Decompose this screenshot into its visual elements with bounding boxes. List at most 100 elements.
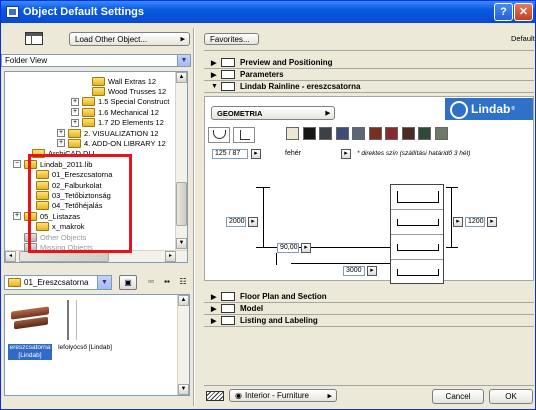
section-icon <box>221 292 235 301</box>
geometria-button[interactable]: GEOMETRIA <box>211 106 335 120</box>
height-left-spin-icon[interactable]: ▸ <box>248 217 258 227</box>
help-button[interactable]: ? <box>494 3 513 21</box>
expand-triangle-icon[interactable]: ▶ <box>211 71 221 79</box>
color-swatch[interactable] <box>401 127 415 140</box>
tree-item-label: 1.7 2D Elements 12 <box>98 118 164 128</box>
color-swatch[interactable] <box>434 127 448 140</box>
tree-item[interactable]: +1.7 2D Elements 12 <box>71 118 164 128</box>
scale-spin-icon[interactable]: ▸ <box>251 149 261 159</box>
color-swatch[interactable] <box>286 127 299 140</box>
close-button[interactable]: ✕ <box>514 3 533 21</box>
section-header[interactable]: ▶ Floor Plan and Section <box>211 291 535 302</box>
popup-option[interactable] <box>391 185 443 210</box>
expander-icon[interactable]: + <box>13 212 21 221</box>
tree-item[interactable]: +2. VISUALIZATION 12 <box>57 128 158 138</box>
list-view-icon[interactable]: ☷ <box>174 275 192 290</box>
object-thumbnail-list[interactable]: ereszcsatorna [Lindab] lefolyócső [Linda… <box>4 294 190 396</box>
pane-splitter[interactable] <box>193 28 195 406</box>
color-swatch[interactable] <box>302 127 316 140</box>
scroll-left-icon[interactable]: ◂ <box>5 251 16 262</box>
square-gutter-profile-icon[interactable] <box>233 127 255 143</box>
color-swatch[interactable] <box>352 127 365 140</box>
thumb-label-ereszcsatorna[interactable]: ereszcsatorna [Lindab] <box>8 344 52 360</box>
color-swatch[interactable] <box>335 127 349 140</box>
color-spin-icon[interactable]: ▸ <box>341 149 351 159</box>
round-gutter-profile-icon[interactable] <box>208 127 230 143</box>
load-other-object-button[interactable]: Load Other Object... <box>69 32 190 46</box>
folder-select[interactable]: 01_Ereszcsatorna ▼ <box>4 275 112 290</box>
tree-vertical-scrollbar[interactable]: ▲ ▼ <box>175 72 187 262</box>
folder-icon <box>82 97 95 107</box>
downpipe-thumbnail[interactable] <box>67 300 77 340</box>
tree-item[interactable]: Wood Trusses 12 <box>81 86 166 96</box>
tree-item[interactable]: +4. ADD-ON LIBRARY 12 <box>57 138 166 148</box>
angle-input[interactable]: 90,00 <box>277 243 299 253</box>
section-header[interactable]: ▶ Model <box>211 303 535 314</box>
ok-button[interactable]: OK <box>489 389 533 404</box>
title-bar: Object Default Settings ? ✕ <box>1 1 535 23</box>
divider <box>204 50 534 51</box>
expander-icon[interactable]: + <box>71 118 79 127</box>
angle-spin-icon[interactable]: ▸ <box>301 243 311 253</box>
open-folder-icon[interactable]: ▣ <box>119 275 137 290</box>
height-right-spin-icon[interactable]: ▸ <box>453 217 463 227</box>
folder-view-select[interactable]: Folder View ▼ <box>1 54 191 67</box>
color-swatch[interactable] <box>385 127 398 140</box>
expander-icon[interactable]: + <box>71 97 79 106</box>
section-header[interactable]: ▶ Parameters <box>211 69 535 80</box>
scroll-up-icon[interactable]: ▲ <box>176 72 187 83</box>
gutter-thumbnail[interactable] <box>11 306 49 335</box>
red-annotation-box <box>28 154 132 253</box>
expander-icon[interactable]: + <box>57 139 65 148</box>
expand-triangle-icon[interactable]: ▶ <box>211 59 221 67</box>
popup-option[interactable] <box>391 210 443 235</box>
favorites-button[interactable]: Favorites... <box>204 33 259 45</box>
section-label: Lindab Rainline - ereszcsatorna <box>240 82 361 91</box>
height-right-input[interactable]: 1200 <box>465 217 485 227</box>
color-swatch[interactable] <box>418 127 431 140</box>
thumbs-vertical-scrollbar[interactable]: ▲ ▼ <box>177 295 189 395</box>
scroll-right-icon[interactable]: ▸ <box>165 251 176 262</box>
layer-select[interactable]: ◉ Interior - Furniture <box>229 389 337 402</box>
section-label: Model <box>240 304 264 313</box>
end-cap-popup[interactable] <box>390 184 444 284</box>
lindab-logo-text: Lindab <box>471 102 511 116</box>
scroll-down-icon[interactable]: ▼ <box>178 384 189 395</box>
settings-panel: GEOMETRIA <box>204 96 534 281</box>
scale-value[interactable]: 125 / 87 <box>212 149 248 159</box>
expander-icon[interactable]: − <box>13 160 21 169</box>
scroll-up-icon[interactable]: ▲ <box>178 295 189 306</box>
expand-triangle-icon[interactable]: ▶ <box>211 305 221 313</box>
thumb-label-lefolyocso[interactable]: lefolyócső [Lindab] <box>55 344 115 352</box>
expand-triangle-icon[interactable]: ▶ <box>211 317 221 325</box>
section-label: Listing and Labeling <box>240 316 318 325</box>
height-right-spin2-icon[interactable]: ▸ <box>487 217 497 227</box>
tree-item[interactable]: +1.6 Mechanical 12 <box>71 107 159 117</box>
color-name: fehér <box>285 150 301 157</box>
color-swatch[interactable] <box>319 127 332 140</box>
expander-icon[interactable]: + <box>71 108 79 117</box>
section-header[interactable]: ▼ Lindab Rainline - ereszcsatorna <box>211 81 535 92</box>
length-input[interactable]: 3000 <box>343 266 365 276</box>
section-header[interactable]: ▶ Listing and Labeling <box>211 315 535 326</box>
tree-item[interactable]: +1.5 Special Construct <box>71 97 169 107</box>
dim-line <box>256 247 270 248</box>
height-left-input[interactable]: 2000 <box>226 217 246 227</box>
popup-option[interactable] <box>391 235 443 260</box>
color-swatch[interactable] <box>368 127 382 140</box>
scroll-down-icon[interactable]: ▼ <box>176 238 187 249</box>
eye-icon: ◉ <box>235 391 242 400</box>
dim-line <box>446 247 458 248</box>
view-mode-icon[interactable] <box>25 32 43 45</box>
expand-triangle-icon[interactable]: ▶ <box>211 293 221 301</box>
cancel-button[interactable]: Cancel <box>432 389 484 404</box>
scroll-thumb[interactable] <box>176 182 187 226</box>
section-header[interactable]: ▶ Preview and Positioning <box>211 57 535 68</box>
length-spin-icon[interactable]: ▸ <box>367 266 377 276</box>
collapse-triangle-icon[interactable]: ▼ <box>211 83 221 90</box>
popup-option[interactable] <box>391 260 443 285</box>
tree-item[interactable]: Wall Extras 12 <box>81 76 156 86</box>
dropdown-arrow-icon: ▼ <box>177 55 190 66</box>
folder-select-value: 01_Ereszcsatorna <box>24 278 89 287</box>
expander-icon[interactable]: + <box>57 129 65 137</box>
